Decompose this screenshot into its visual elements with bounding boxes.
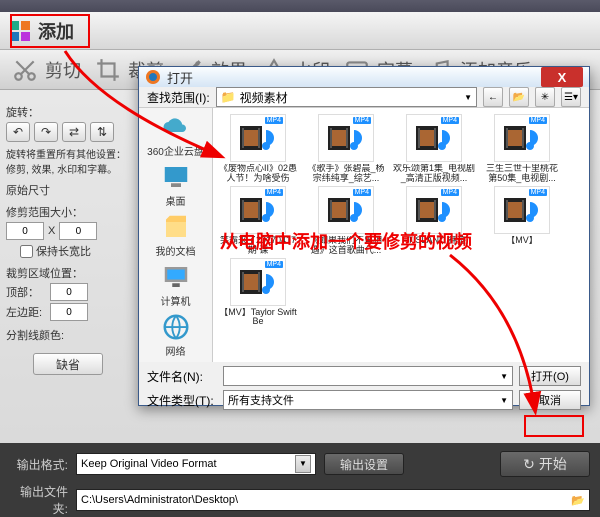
rotate-note: 旋转将重置所有其他设置：修剪, 效果, 水印和字幕。 [6,146,130,176]
dialog-titlebar: 打开 X [139,67,589,87]
start-button[interactable]: ↻开始 [500,451,590,477]
split-color-label: 分割线颜色: [6,327,130,343]
file-item[interactable]: MP4 【MV】 [481,186,563,256]
flip-v-btn[interactable]: ⇅ [90,122,114,142]
documents-icon [161,212,191,242]
sidebar-item-network[interactable]: 网络 [146,312,206,358]
crop-h-input[interactable] [59,222,97,240]
video-thumb: MP4 [230,186,286,234]
file-name: 欢乐颂第1集_电视剧_高清正版视频... [393,164,475,184]
video-thumb: MP4 [230,258,286,306]
folder-combo[interactable]: 📁 视频素材 ▼ [216,87,477,107]
add-icon [8,19,32,43]
file-item[interactable]: MP4《废物点心II》02愚人节！为啥受伤 [217,114,299,184]
flip-h-btn[interactable]: ⇄ [62,122,86,142]
top-input[interactable] [50,283,88,301]
output-settings-button[interactable]: 输出设置 [324,453,404,475]
format-combo[interactable]: Keep Original Video Format▼ [76,453,316,475]
video-thumb: MP4 [230,114,286,162]
file-name: 笑霸来了20170417期 课 [217,236,299,256]
file-name: FTISLAND 神迹 [393,236,475,246]
filename-label: 文件名(N): [147,368,217,385]
close-button[interactable]: X [541,67,583,87]
file-item[interactable]: MP4《歌手》张碧晨_杨宗纬纯享_综艺... [305,114,387,184]
crop-size-label: 修剪范围大小： [6,204,130,220]
filename-field[interactable]: ▼ [223,366,513,386]
folder-icon[interactable]: 📂 [571,494,585,507]
dialog-title: 打开 [167,68,193,87]
video-thumb: MP4 [318,186,374,234]
output-path-field[interactable]: C:\Users\Administrator\Desktop\📂 [76,489,590,511]
new-folder-button[interactable]: ✳ [535,87,555,107]
dialog-bottom: 文件名(N): ▼ 打开(O) 文件类型(T): 所有支持文件▼ 取消 [139,362,589,418]
file-name: 《歌手》张碧晨_杨宗纬纯享_综艺... [305,164,387,184]
view-button[interactable]: ☰▾ [561,87,581,107]
chevron-down-icon: ▼ [295,455,311,473]
format-label: 输出格式: [10,456,68,473]
back-button[interactable]: ← [483,87,503,107]
rotate-left-btn[interactable]: ↶ [6,122,30,142]
scissors-icon [10,57,40,83]
file-list[interactable]: MP4《废物点心II》02愚人节！为啥受伤MP4《歌手》张碧晨_杨宗纬纯享_综艺… [213,108,589,362]
file-name: 【MV】 [481,236,563,246]
video-thumb: MP4 [318,114,374,162]
lookin-row: 查找范围(I): 📁 视频素材 ▼ ← 📂 ✳ ☰▾ [139,87,589,108]
file-name: 三生三世十里桃花 第50集_电视剧... [481,164,563,184]
titlebar [0,0,600,12]
file-item[interactable]: MP4【MV】Taylor Swift Be [217,258,299,328]
chevron-down-icon: ▼ [464,93,472,102]
output-folder-label: 输出文件夹: [10,483,68,517]
orig-size-label: 原始尺寸 [6,182,130,198]
cancel-button[interactable]: 取消 [519,390,581,410]
open-dialog: 打开 X 查找范围(I): 📁 视频素材 ▼ ← 📂 ✳ ☰▾ 360企业云盘 … [138,66,590,406]
crop-w-input[interactable] [6,222,44,240]
sidebar-item-desktop[interactable]: 桌面 [146,162,206,208]
file-item[interactable]: MP4 FTISLAND 神迹 [393,186,475,256]
crop-pos-label: 裁剪区域位置： [6,265,130,281]
sidebar-item-computer[interactable]: 计算机 [146,262,206,308]
left-panel: 旋转： ↶ ↷ ⇄ ⇅ 旋转将重置所有其他设置：修剪, 效果, 水印和字幕。 原… [0,90,136,443]
add-bar: 添加 [0,12,600,50]
add-label: 添加 [38,18,74,44]
desktop-icon [161,162,191,192]
filetype-combo[interactable]: 所有支持文件▼ [223,390,513,410]
cloud-icon [161,112,191,142]
open-button[interactable]: 打开(O) [519,366,581,386]
sidebar-item-documents[interactable]: 我的文档 [146,212,206,258]
dialog-body: 360企业云盘 桌面 我的文档 计算机 网络 MP4《废物点心II》02愚人节！… [139,108,589,362]
rotate-label: 旋转： [6,104,130,120]
video-thumb: MP4 [406,114,462,162]
sidebar-item-cloud[interactable]: 360企业云盘 [146,112,206,158]
chevron-down-icon: ▼ [500,396,508,405]
firefox-icon [145,69,161,85]
refresh-icon: ↻ [523,456,535,473]
video-thumb: MP4 [406,186,462,234]
keep-ratio-checkbox[interactable] [20,245,33,258]
file-item[interactable]: MP4欢乐颂第1集_电视剧_高清正版视频... [393,114,475,184]
computer-icon [161,262,191,292]
filetype-label: 文件类型(T): [147,392,217,409]
places-sidebar: 360企业云盘 桌面 我的文档 计算机 网络 [139,108,213,362]
file-name: 《如果我们不曾相遇》这首歌曲代... [305,236,387,256]
video-thumb: MP4 [494,114,550,162]
up-button[interactable]: 📂 [509,87,529,107]
lookin-label: 查找范围(I): [147,89,210,106]
crop-icon [93,57,123,83]
add-button[interactable]: 添加 [6,16,84,46]
file-item[interactable]: MP4三生三世十里桃花 第50集_电视剧... [481,114,563,184]
default-button[interactable]: 缺省 [33,353,103,375]
left-input[interactable] [50,303,88,321]
video-thumb: MP4 [494,186,550,234]
folder-icon: 📁 [221,90,236,104]
bottom-bar: 输出格式: Keep Original Video Format▼ 输出设置 ↻… [0,443,600,513]
file-name: 【MV】Taylor Swift Be [217,308,299,328]
rotate-right-btn[interactable]: ↷ [34,122,58,142]
network-icon [161,312,191,342]
file-item[interactable]: MP4笑霸来了20170417期 课 [217,186,299,256]
tool-cut[interactable]: 剪切 [10,57,81,83]
file-name: 《废物点心II》02愚人节！为啥受伤 [217,164,299,184]
chevron-down-icon: ▼ [500,372,508,381]
file-item[interactable]: MP4《如果我们不曾相遇》这首歌曲代... [305,186,387,256]
